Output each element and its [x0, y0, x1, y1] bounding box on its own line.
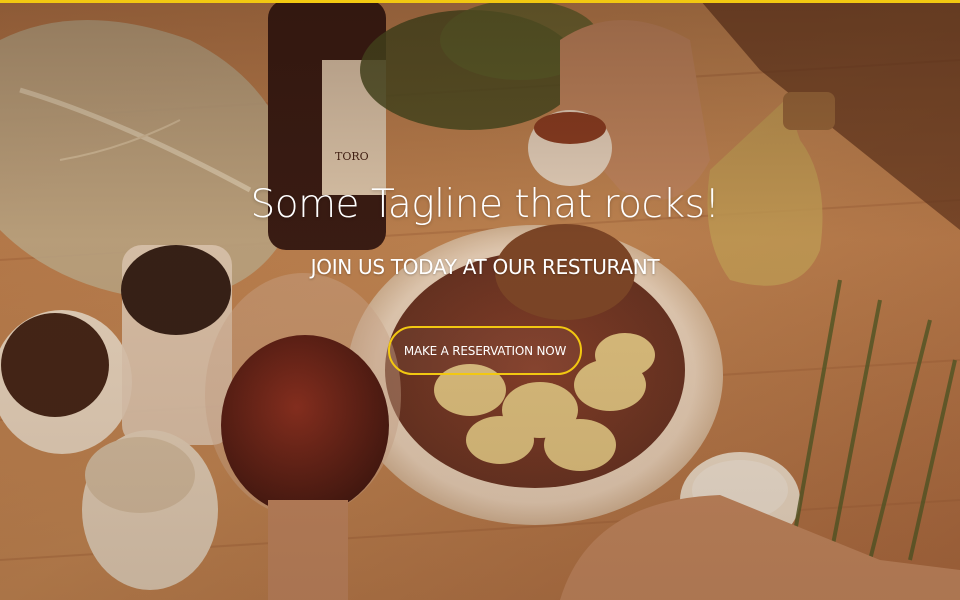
accent-top-bar — [0, 0, 960, 3]
hero-content: Some Tagline that rocks! JOIN US TODAY A… — [0, 0, 960, 600]
hero-section: TORO — [0, 0, 960, 600]
hero-tagline: Some Tagline that rocks! — [250, 182, 720, 227]
hero-subtitle: JOIN US TODAY AT OUR RESTURANT — [310, 255, 660, 279]
make-reservation-button[interactable]: MAKE A RESERVATION NOW — [388, 326, 582, 375]
